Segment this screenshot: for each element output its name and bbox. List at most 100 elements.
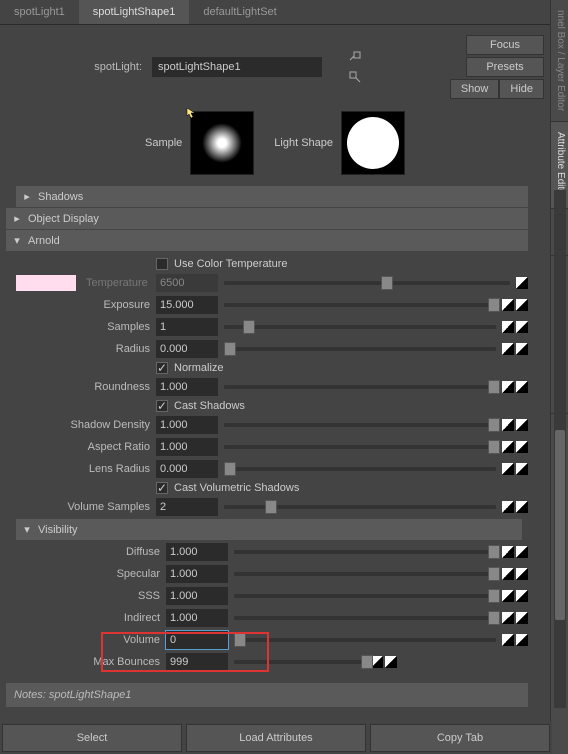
- sample-label: Sample: [145, 137, 182, 149]
- presets-button[interactable]: Presets: [466, 57, 544, 77]
- tab-defaultlightset[interactable]: defaultLightSet: [189, 0, 290, 24]
- lens-radius-slider[interactable]: [224, 462, 496, 476]
- notes-section[interactable]: Notes: spotLightShape1: [6, 683, 528, 707]
- map-button-icon[interactable]: [516, 321, 528, 333]
- map-button-icon[interactable]: [502, 299, 514, 311]
- section-shadows[interactable]: ▸Shadows: [16, 186, 528, 207]
- volume-slider[interactable]: [234, 633, 496, 647]
- map-button-icon[interactable]: [516, 501, 528, 513]
- map-button-icon[interactable]: [516, 277, 528, 289]
- sss-slider[interactable]: [234, 589, 496, 603]
- light-shape-preview[interactable]: [341, 111, 405, 175]
- volume-samples-field[interactable]: [156, 498, 218, 516]
- map-button-icon[interactable]: [502, 568, 514, 580]
- diffuse-slider[interactable]: [234, 545, 496, 559]
- exposure-slider[interactable]: [224, 298, 496, 312]
- map-button-icon[interactable]: [385, 656, 397, 668]
- use-color-temp-checkbox[interactable]: [156, 258, 168, 270]
- map-button-icon[interactable]: [516, 441, 528, 453]
- hide-button[interactable]: Hide: [499, 79, 544, 99]
- sample-preview[interactable]: [190, 111, 254, 175]
- indirect-label: Indirect: [26, 612, 166, 624]
- go-out-icon[interactable]: [348, 70, 362, 84]
- go-in-icon[interactable]: [348, 50, 362, 64]
- map-button-icon[interactable]: [502, 343, 514, 355]
- map-button-icon[interactable]: [502, 501, 514, 513]
- radius-slider[interactable]: [224, 342, 496, 356]
- node-type-label: spotLight:: [6, 61, 146, 73]
- exposure-field[interactable]: [156, 296, 218, 314]
- roundness-slider[interactable]: [224, 380, 496, 394]
- color-temp-swatch[interactable]: [16, 275, 76, 291]
- focus-button[interactable]: Focus: [466, 35, 544, 55]
- volume-label: Volume: [26, 634, 166, 646]
- map-button-icon[interactable]: [502, 634, 514, 646]
- node-name-input[interactable]: [152, 57, 322, 77]
- specular-field[interactable]: [166, 565, 228, 583]
- map-button-icon[interactable]: [516, 419, 528, 431]
- map-button-icon[interactable]: [516, 612, 528, 624]
- footer-buttons: Select Load Attributes Copy Tab: [0, 722, 552, 754]
- load-attributes-button[interactable]: Load Attributes: [186, 724, 366, 752]
- temperature-label: Temperature: [86, 277, 154, 289]
- lens-radius-field[interactable]: [156, 460, 218, 478]
- map-button-icon[interactable]: [502, 419, 514, 431]
- cast-shadows-checkbox[interactable]: [156, 400, 168, 412]
- show-button[interactable]: Show: [450, 79, 500, 99]
- max-bounces-field[interactable]: [166, 653, 228, 671]
- select-button[interactable]: Select: [2, 724, 182, 752]
- map-button-icon[interactable]: [516, 343, 528, 355]
- samples-slider[interactable]: [224, 320, 496, 334]
- volume-field[interactable]: [166, 631, 228, 649]
- map-button-icon[interactable]: [502, 612, 514, 624]
- temperature-slider: [224, 276, 510, 290]
- map-button-icon[interactable]: [516, 299, 528, 311]
- map-button-icon[interactable]: [516, 568, 528, 580]
- section-visibility[interactable]: ▾Visibility: [16, 519, 522, 540]
- shadow-density-slider[interactable]: [224, 418, 496, 432]
- aspect-ratio-label: Aspect Ratio: [16, 441, 156, 453]
- section-arnold[interactable]: ▾Arnold: [6, 230, 528, 251]
- sss-label: SSS: [26, 590, 166, 602]
- map-button-icon[interactable]: [502, 321, 514, 333]
- map-button-icon[interactable]: [502, 381, 514, 393]
- map-button-icon[interactable]: [502, 463, 514, 475]
- cast-vol-shadows-checkbox[interactable]: [156, 482, 168, 494]
- indirect-field[interactable]: [166, 609, 228, 627]
- diffuse-field[interactable]: [166, 543, 228, 561]
- roundness-field[interactable]: [156, 378, 218, 396]
- map-button-icon[interactable]: [516, 463, 528, 475]
- exposure-label: Exposure: [16, 299, 156, 311]
- aspect-ratio-slider[interactable]: [224, 440, 496, 454]
- volume-samples-slider[interactable]: [224, 500, 496, 514]
- use-color-temp-label: Use Color Temperature: [174, 258, 288, 270]
- samples-field[interactable]: [156, 318, 218, 336]
- node-tabs: spotLight1 spotLightShape1 defaultLightS…: [0, 0, 550, 25]
- map-button-icon[interactable]: [516, 546, 528, 558]
- map-button-icon[interactable]: [502, 590, 514, 602]
- aspect-ratio-field[interactable]: [156, 438, 218, 456]
- map-button-icon[interactable]: [502, 546, 514, 558]
- radius-field[interactable]: [156, 340, 218, 358]
- map-button-icon[interactable]: [502, 441, 514, 453]
- arnold-body: Use Color Temperature Temperature Exposu…: [0, 252, 534, 677]
- max-bounces-slider[interactable]: [234, 655, 365, 669]
- indirect-slider[interactable]: [234, 611, 496, 625]
- side-tab-channel-box[interactable]: nnel Box / Layer Editor: [551, 0, 568, 122]
- normalize-checkbox[interactable]: [156, 362, 168, 374]
- map-button-icon[interactable]: [516, 634, 528, 646]
- map-button-icon[interactable]: [516, 590, 528, 602]
- copy-tab-button[interactable]: Copy Tab: [370, 724, 550, 752]
- vertical-scrollbar[interactable]: [554, 190, 566, 708]
- section-object-display[interactable]: ▸Object Display: [6, 208, 528, 229]
- map-button-icon[interactable]: [516, 381, 528, 393]
- roundness-label: Roundness: [16, 381, 156, 393]
- sss-field[interactable]: [166, 587, 228, 605]
- cast-vol-shadows-label: Cast Volumetric Shadows: [174, 482, 299, 494]
- specular-slider[interactable]: [234, 567, 496, 581]
- shadow-density-field[interactable]: [156, 416, 218, 434]
- tab-spotlightshape1[interactable]: spotLightShape1: [79, 0, 190, 24]
- tab-spotlight1[interactable]: spotLight1: [0, 0, 79, 24]
- diffuse-label: Diffuse: [26, 546, 166, 558]
- max-bounces-label: Max Bounces: [26, 656, 166, 668]
